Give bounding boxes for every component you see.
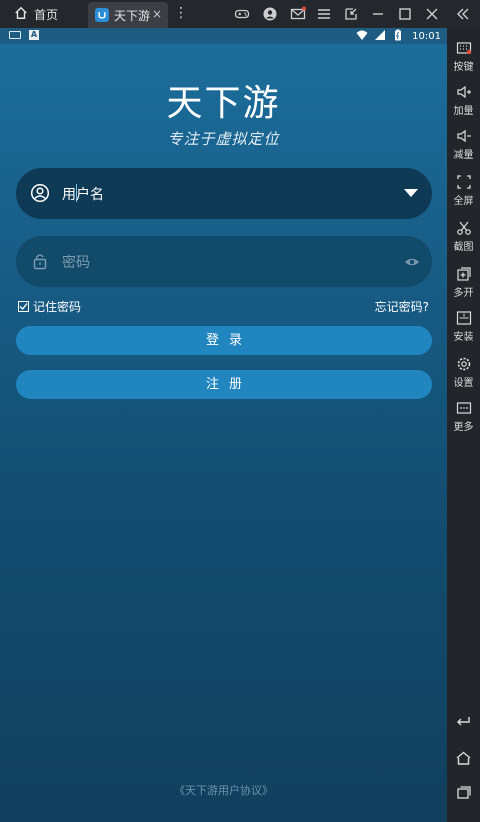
keyboard-icon [456,42,471,55]
volume-down-icon [456,129,471,143]
sidebar-item-screenshot[interactable]: 截图 [447,220,480,253]
volume-up-icon [456,85,471,99]
sidebar-item-label: 安装 [453,332,474,343]
tab-menu-icon[interactable]: ⋮ [174,5,188,21]
sidebar-item-more[interactable]: 更多 [447,400,480,433]
sidebar-item-label: 加量 [453,106,474,117]
home-tab[interactable]: 首页 [0,0,86,28]
app-tab[interactable]: 天下游 × [88,2,168,28]
signal-icon [374,29,386,44]
forgot-password-link[interactable]: 忘记密码? [375,298,429,315]
chevron-down-icon[interactable] [404,189,418,197]
username-field[interactable]: 用户名 [16,168,432,219]
maximize-icon[interactable] [397,6,413,22]
back-icon [457,717,470,726]
sidebar-item-volume-up[interactable]: 加量 [447,84,480,117]
shrink-window-icon[interactable] [343,6,359,22]
sidebar-item-keys[interactable]: 按键 [447,40,480,73]
password-placeholder: 密码 [62,255,90,271]
emulator-sidebar: 按键 加量 减量 全屏 截图 多开 安装 设置 更多 [447,28,480,822]
remember-password[interactable]: 记住密码 [18,298,81,315]
sidebar-item-settings[interactable]: 设置 [447,356,480,389]
wifi-icon [356,29,368,44]
login-button[interactable]: 登录 [16,326,432,355]
remember-label: 记住密码 [33,300,82,314]
status-time: 10:01 [412,31,441,42]
user-agreement-link[interactable]: 《天下游用户协议》 [0,782,447,798]
sidebar-item-label: 设置 [453,378,474,389]
app-slogan: 专注于虚拟定位 [167,130,280,148]
sidebar-item-label: 更多 [453,422,474,433]
gear-icon [457,357,470,371]
sidebar-item-label: 全屏 [453,196,474,207]
battery-icon [392,29,404,44]
home-icon [14,6,28,23]
sidebar-item-label: 多开 [453,288,474,299]
home-nav-icon [456,751,471,765]
sidebar-item-multi-open[interactable]: 多开 [447,266,480,299]
android-status-bar: A 10:01 [0,28,447,44]
app-title: 天下游 [166,83,281,124]
app-tab-label: 天下游 [114,8,151,23]
close-window-icon[interactable] [424,6,440,22]
keyboard-status-icon [9,31,21,39]
sidebar-item-install[interactable]: 安装 [447,310,480,343]
eye-icon[interactable] [404,254,420,270]
sidebar-item-volume-down[interactable]: 减量 [447,128,480,161]
user-icon [30,183,50,203]
app-tab-icon [95,8,109,22]
gamepad-icon[interactable] [234,6,250,22]
password-field[interactable]: 密码 [16,236,432,287]
sidebar-item-label: 减量 [453,150,474,161]
apk-install-icon [456,311,471,325]
account-icon[interactable] [262,6,278,22]
close-tab-icon[interactable]: × [152,7,162,21]
scissors-icon [456,221,471,235]
home-tab-label: 首页 [34,7,59,22]
sidebar-item-fullscreen[interactable]: 全屏 [447,174,480,207]
lock-icon [30,251,50,271]
minimize-icon[interactable] [370,6,386,22]
home-button[interactable] [455,750,472,767]
back-button[interactable] [455,712,472,729]
checkbox-icon[interactable] [18,301,29,312]
input-method-icon: A [29,30,39,40]
sidebar-item-label: 按键 [453,62,474,73]
login-screen: 天下游 专注于虚拟定位 用户名 密码 记住密码 忘记密码? 登录 注册 《天下游… [0,44,447,822]
emulator-title-bar: 首页 天下游 × ⋮ [0,0,480,28]
recent-apps-button[interactable] [455,784,472,801]
recent-apps-icon [457,786,471,799]
username-placeholder: 用户名 [62,187,104,203]
more-icon [456,402,471,414]
mail-icon[interactable] [290,6,306,22]
sidebar-item-label: 截图 [453,242,474,253]
menu-icon[interactable] [316,6,332,22]
fullscreen-icon [456,175,471,189]
collapse-sidebar-icon[interactable] [455,6,471,22]
multi-open-icon [456,267,471,281]
register-button[interactable]: 注册 [16,370,432,399]
